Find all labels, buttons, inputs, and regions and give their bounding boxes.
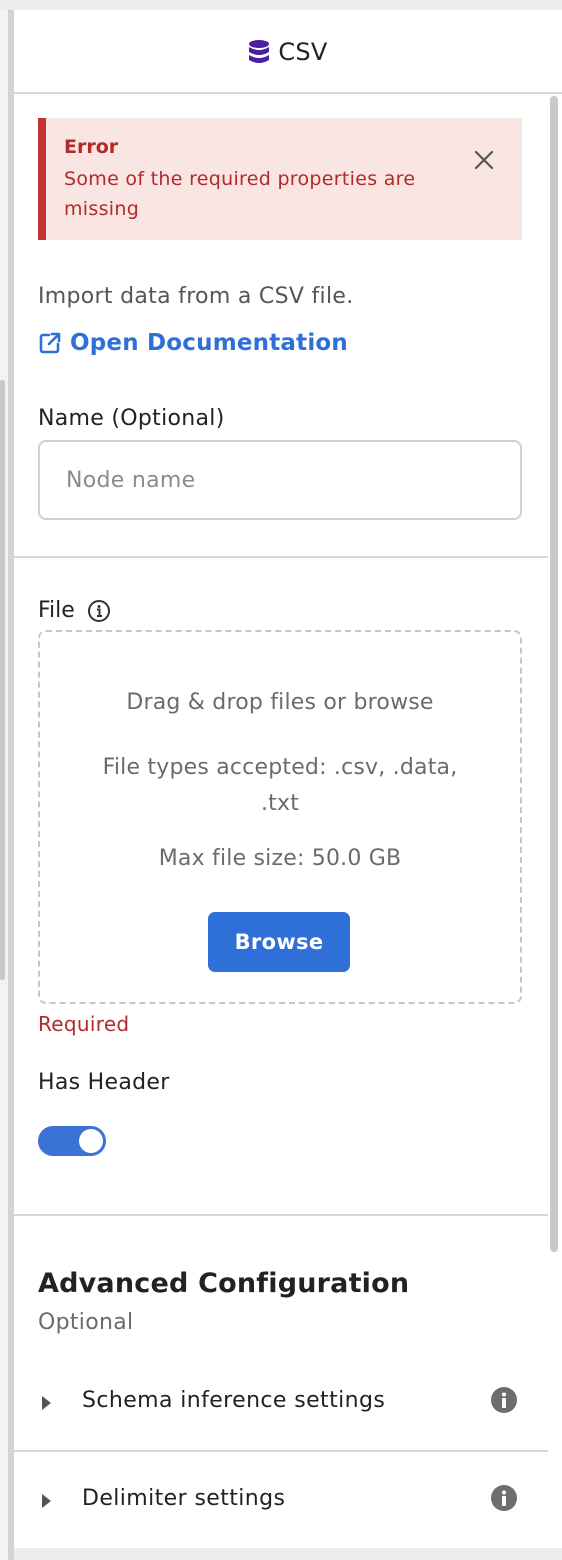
bottom-edge <box>14 1548 562 1560</box>
schema-inference-accordion[interactable]: Schema inference settings <box>14 1362 548 1442</box>
has-header-label: Has Header <box>38 1070 170 1095</box>
accordion-label: Delimiter settings <box>82 1486 286 1511</box>
caret-right-icon <box>42 1396 51 1410</box>
info-icon[interactable] <box>490 1484 518 1512</box>
left-scrollbar[interactable] <box>0 380 5 980</box>
info-icon[interactable] <box>490 1386 518 1414</box>
node-name-input[interactable] <box>38 440 522 520</box>
dropzone-max-size: Max file size: 50.0 GB <box>158 846 402 871</box>
toggle-knob <box>79 1129 103 1153</box>
file-required-error: Required <box>38 1012 130 1036</box>
caret-right-icon <box>42 1494 51 1508</box>
has-header-toggle[interactable] <box>38 1126 106 1156</box>
error-alert: Error Some of the required properties ar… <box>38 118 522 240</box>
accordion-label: Schema inference settings <box>82 1388 386 1413</box>
file-label-text: File <box>38 598 75 623</box>
properties-panel: CSV Error Some of the required propertie… <box>14 12 562 1560</box>
file-field-label: File <box>38 598 111 623</box>
dropzone-instructions: Drag & drop files or browse <box>126 690 434 715</box>
section-divider <box>14 556 548 558</box>
name-field-label: Name (Optional) <box>38 406 225 431</box>
close-icon[interactable] <box>472 148 496 172</box>
panel-header: CSV <box>14 12 562 94</box>
file-dropzone[interactable]: Drag & drop files or browse File types a… <box>38 630 522 1004</box>
delimiter-settings-accordion[interactable]: Delimiter settings <box>14 1460 548 1540</box>
section-divider <box>14 1450 548 1452</box>
app-canvas: CSV Error Some of the required propertie… <box>0 0 562 1560</box>
alert-message: Some of the required properties are miss… <box>64 168 416 220</box>
external-link-icon <box>39 332 61 354</box>
advanced-config-title: Advanced Configuration <box>38 1268 410 1299</box>
panel-title: CSV <box>278 38 328 66</box>
node-description: Import data from a CSV file. <box>38 284 354 309</box>
doc-link-label: Open Documentation <box>70 330 349 356</box>
database-icon <box>249 40 270 63</box>
browse-button[interactable]: Browse <box>208 912 350 972</box>
alert-title: Error <box>64 136 119 158</box>
panel-scrollbar[interactable] <box>550 96 558 1252</box>
advanced-config-subtitle: Optional <box>38 1310 134 1335</box>
top-edge <box>0 0 562 10</box>
section-divider <box>14 1214 548 1216</box>
info-icon[interactable] <box>87 599 111 623</box>
dropzone-file-types: File types accepted: .csv, .data, .txt <box>102 755 458 816</box>
open-documentation-link[interactable]: Open Documentation <box>38 330 348 356</box>
